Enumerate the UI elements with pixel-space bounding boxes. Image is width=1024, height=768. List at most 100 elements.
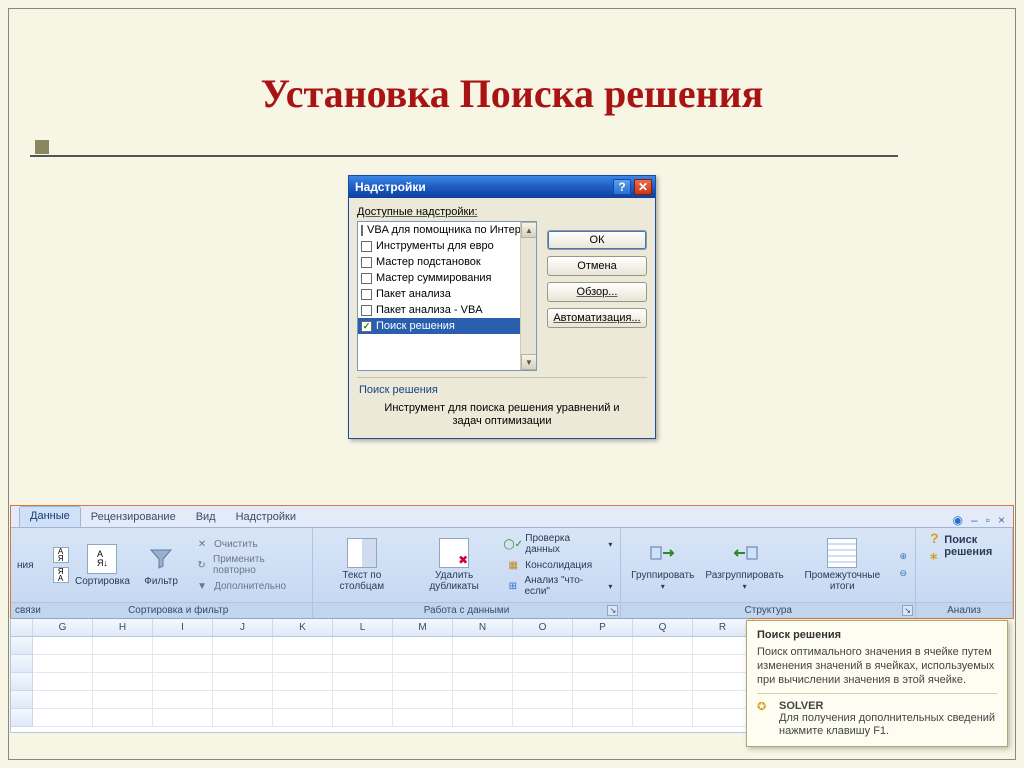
- excel-ribbon: Данные Рецензирование Вид Надстройки ◉ –…: [10, 505, 1014, 619]
- close-button[interactable]: ✕: [634, 179, 652, 195]
- tab-addins[interactable]: Надстройки: [226, 508, 306, 527]
- col-header[interactable]: N: [453, 619, 513, 636]
- scroll-down-icon[interactable]: ▼: [521, 354, 537, 370]
- ribbon-tabs: Данные Рецензирование Вид Надстройки ◉ –…: [11, 506, 1013, 528]
- funnel-icon: [146, 544, 176, 574]
- expand-icon[interactable]: ⊕: [900, 551, 908, 562]
- tab-view[interactable]: Вид: [186, 508, 226, 527]
- help-bulb-icon: ✪: [757, 700, 773, 716]
- checkbox-checked[interactable]: ✓: [361, 321, 372, 332]
- scrollbar[interactable]: ▲ ▼: [520, 222, 536, 370]
- text-to-columns-icon: [347, 538, 377, 568]
- addins-listbox[interactable]: VBA для помощника по Интернету Инструмен…: [357, 221, 537, 371]
- sort-asc-icon[interactable]: АЯ: [53, 547, 69, 563]
- cancel-button[interactable]: Отмена: [547, 256, 647, 276]
- ok-button[interactable]: ОК: [547, 230, 647, 250]
- group-data-tools: Текст по столбцам ✖ Удалить дубликаты ◯✓…: [313, 528, 622, 618]
- addins-dialog: Надстройки ? ✕ Доступные надстройки: VBA…: [348, 175, 656, 439]
- scroll-up-icon[interactable]: ▲: [521, 222, 537, 238]
- advanced-button[interactable]: ▼Дополнительно: [194, 578, 304, 594]
- group-rows-button[interactable]: Группировать ▾: [629, 538, 696, 592]
- group-sort-filter: АЯ ЯА АЯ↓ Сортировка Фильтр ✕Очистить ↻П…: [45, 528, 313, 618]
- subtotal-button[interactable]: Промежуточные итоги: [793, 538, 891, 592]
- reapply-button[interactable]: ↻Применить повторно: [194, 554, 304, 576]
- column-headers: G H I J K L M N O P Q R: [11, 619, 748, 637]
- validation-icon: ◯✓: [505, 536, 521, 552]
- remove-duplicates-button[interactable]: ✖ Удалить дубликаты: [411, 538, 497, 592]
- remove-duplicates-icon: ✖: [439, 538, 469, 568]
- sort-icon: АЯ↓: [87, 544, 117, 574]
- data-validation-button[interactable]: ◯✓Проверка данных ▾: [505, 533, 612, 555]
- group-icon: [648, 538, 678, 568]
- ungroup-button[interactable]: Разгруппировать ▾: [704, 538, 785, 592]
- dialog-title: Надстройки: [355, 180, 426, 194]
- advanced-icon: ▼: [194, 578, 210, 594]
- col-header[interactable]: P: [573, 619, 633, 636]
- minimize-icon[interactable]: –: [971, 513, 978, 527]
- col-header[interactable]: H: [93, 619, 153, 636]
- tooltip-body: Поиск оптимального значения в ячейке пут…: [757, 645, 997, 687]
- list-item: Мастер подстановок: [358, 254, 536, 270]
- col-header[interactable]: M: [393, 619, 453, 636]
- slide-rule: [30, 155, 898, 157]
- help-button[interactable]: ?: [613, 179, 631, 195]
- group-outline: Группировать ▾ Разгруппировать ▾ Промежу…: [621, 528, 916, 618]
- dialog-titlebar[interactable]: Надстройки ? ✕: [349, 176, 655, 198]
- sort-desc-icon[interactable]: ЯА: [53, 567, 69, 583]
- checkbox[interactable]: [361, 225, 363, 236]
- group-label: Работа с данными: [424, 605, 510, 616]
- checkbox[interactable]: [361, 289, 372, 300]
- tooltip-title: Поиск решения: [757, 629, 997, 641]
- dialog-section-title: Поиск решения: [357, 384, 647, 396]
- list-item: Инструменты для евро: [358, 238, 536, 254]
- group-label: Сортировка и фильтр: [128, 605, 228, 616]
- tab-review[interactable]: Рецензирование: [81, 508, 186, 527]
- launcher-icon[interactable]: ↘: [902, 605, 913, 616]
- col-header[interactable]: R: [693, 619, 753, 636]
- col-header[interactable]: L: [333, 619, 393, 636]
- col-header[interactable]: G: [33, 619, 93, 636]
- worksheet-grid[interactable]: G H I J K L M N O P Q R: [10, 618, 749, 733]
- col-header[interactable]: O: [513, 619, 573, 636]
- whatif-button[interactable]: ⊞Анализ "что-если" ▾: [505, 575, 612, 597]
- solver-button[interactable]: ?⁎ Поиск решения: [924, 532, 1004, 560]
- window-close-icon[interactable]: ×: [998, 513, 1005, 527]
- solver-tooltip: Поиск решения Поиск оптимального значени…: [746, 620, 1008, 747]
- sort-button[interactable]: АЯ↓ Сортировка: [77, 544, 128, 587]
- automation-button[interactable]: Автоматизация...: [547, 308, 647, 328]
- launcher-icon[interactable]: ↘: [607, 605, 618, 616]
- list-item-selected: ✓Поиск решения: [358, 318, 536, 334]
- checkbox[interactable]: [361, 273, 372, 284]
- checkbox[interactable]: [361, 257, 372, 268]
- tab-data[interactable]: Данные: [19, 506, 81, 527]
- text-to-columns-button[interactable]: Текст по столбцам: [321, 538, 403, 592]
- checkbox[interactable]: [361, 241, 372, 252]
- checkbox[interactable]: [361, 305, 372, 316]
- group-label: Структура: [745, 605, 792, 616]
- filter-button[interactable]: Фильтр: [136, 544, 186, 587]
- tooltip-help-body: Для получения дополнительных сведений на…: [779, 712, 997, 738]
- browse-button[interactable]: Обзор...: [547, 282, 647, 302]
- list-item: Пакет анализа - VBA: [358, 302, 536, 318]
- solver-icon: ?⁎: [930, 538, 940, 554]
- help-icon[interactable]: ◉: [953, 513, 963, 527]
- tooltip-help-title: SOLVER: [779, 700, 997, 712]
- collapse-icon[interactable]: ⊖: [900, 568, 908, 579]
- restore-icon[interactable]: ▫: [986, 513, 990, 527]
- whatif-icon: ⊞: [505, 578, 520, 594]
- group-label: Анализ: [947, 605, 981, 616]
- col-header[interactable]: Q: [633, 619, 693, 636]
- consolidate-icon: ▦: [505, 557, 521, 573]
- col-header[interactable]: K: [273, 619, 333, 636]
- group-analysis: ?⁎ Поиск решения Анализ: [916, 528, 1013, 618]
- list-item: Пакет анализа: [358, 286, 536, 302]
- col-header[interactable]: I: [153, 619, 213, 636]
- dialog-description: Инструмент для поиска решения уравнений …: [357, 396, 647, 428]
- list-item: Мастер суммирования: [358, 270, 536, 286]
- col-header[interactable]: J: [213, 619, 273, 636]
- frag-label: связи: [11, 602, 45, 618]
- available-addins-label: Доступные надстройки:: [357, 206, 647, 218]
- subtotal-icon: [827, 538, 857, 568]
- consolidate-button[interactable]: ▦Консолидация: [505, 557, 612, 573]
- clear-button[interactable]: ✕Очистить: [194, 536, 304, 552]
